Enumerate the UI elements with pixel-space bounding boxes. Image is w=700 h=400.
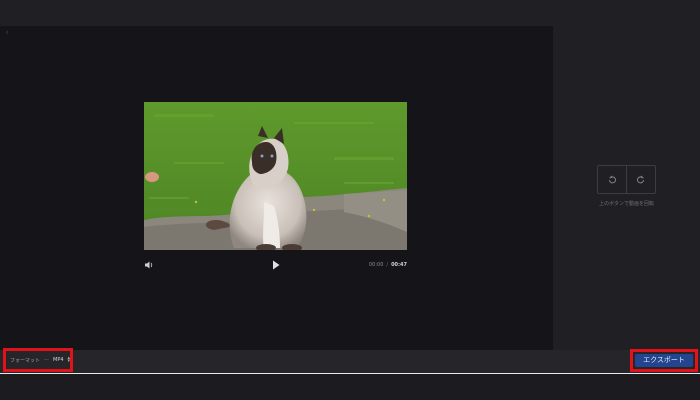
bottom-toolbar xyxy=(0,350,700,374)
current-time: 00:00 xyxy=(368,262,384,268)
time-separator: / xyxy=(386,262,389,268)
format-separator: — xyxy=(44,357,50,363)
chevron-left-icon[interactable]: ‹ xyxy=(3,29,11,38)
chevron-updown-icon: ▴ ▾ xyxy=(67,355,71,364)
top-bar xyxy=(0,0,700,26)
rotate-left-button[interactable] xyxy=(598,166,626,193)
play-icon[interactable] xyxy=(272,260,280,270)
rotate-caption: 上のボタンで動画を回転 xyxy=(598,201,654,207)
rotate-left-icon xyxy=(609,175,616,183)
rotate-button-group xyxy=(597,165,656,194)
time-display: 00:00/00:47 xyxy=(369,260,407,270)
bottom-strip xyxy=(0,374,700,400)
rotate-right-button[interactable] xyxy=(626,166,655,193)
rotate-right-icon xyxy=(637,175,644,183)
export-highlight: エクスポート xyxy=(630,349,698,372)
format-label: フォーマット xyxy=(10,357,41,364)
volume-icon[interactable] xyxy=(144,260,154,270)
video-thumbnail xyxy=(144,102,407,250)
playback-controls: 00:00/00:47 xyxy=(144,259,407,271)
export-button[interactable]: エクスポート xyxy=(635,354,693,367)
format-value: MP4 xyxy=(53,357,64,363)
video-frame[interactable] xyxy=(144,102,407,250)
format-select[interactable]: フォーマット — MP4 ▴ ▾ xyxy=(3,348,73,372)
total-time: 00:47 xyxy=(391,262,407,268)
